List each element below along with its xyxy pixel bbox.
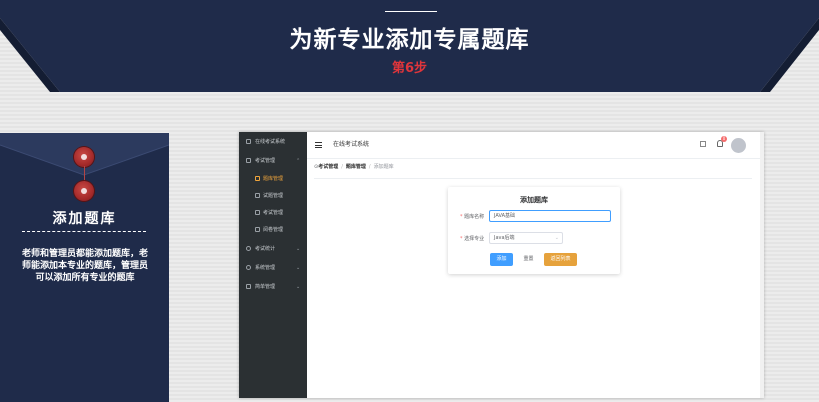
chevron-down-icon: ⌄ <box>296 284 301 290</box>
title-decoration-line <box>385 11 437 12</box>
breadcrumb-item[interactable]: 考试管理 <box>318 164 338 170</box>
monitor-icon <box>246 139 251 144</box>
clock-icon <box>246 246 251 251</box>
reset-button[interactable]: 重置 <box>517 253 540 266</box>
form-title: 添加题库 <box>520 196 548 204</box>
sidebar-item-exams[interactable]: 考试管理 <box>239 206 307 220</box>
file-icon <box>246 158 251 163</box>
sidebar-item-home[interactable]: 在线考试系统 <box>239 135 307 149</box>
sidebar-item-statistics[interactable]: 考试统计 ⌄ <box>239 242 307 256</box>
notification-badge: 0 <box>721 136 727 142</box>
slide-title: 为新专业添加专属题库 <box>289 26 530 53</box>
breadcrumb-item[interactable]: 题库管理 <box>346 164 366 170</box>
app-screenshot: 在线考试系统 考试管理 ⌃ 题库管理 试题管理 考试管理 阅卷管理 考试统计 ⌄ <box>239 132 764 398</box>
back-to-list-button[interactable]: 返回列表 <box>544 253 577 266</box>
seal-top-icon <box>74 147 94 167</box>
sidebar-item-simple[interactable]: 简单管理 ⌄ <box>239 280 307 294</box>
sidebar-item-questions[interactable]: 试题管理 <box>239 189 307 203</box>
major-select[interactable]: Java后端 ⌄ <box>489 232 563 244</box>
add-button[interactable]: 添加 <box>490 253 513 266</box>
sidebar-item-system[interactable]: 系统管理 ⌄ <box>239 261 307 275</box>
sidebar-item-exam-admin[interactable]: 考试管理 ⌃ <box>239 154 307 168</box>
card-divider <box>22 231 146 232</box>
app-header: 在线考试系统 0 <box>307 132 764 159</box>
breadcrumb-current: 添加题库 <box>373 164 394 170</box>
chevron-down-icon: ⌄ <box>296 265 301 271</box>
scrollbar[interactable] <box>760 132 764 398</box>
sidebar-item-grading[interactable]: 阅卷管理 <box>239 223 307 237</box>
step-label: 第6步 <box>391 61 428 76</box>
menu-toggle-icon[interactable] <box>315 142 322 148</box>
bank-name-input[interactable]: JAVA基础 <box>489 210 611 222</box>
edit-icon <box>255 227 260 232</box>
avatar[interactable] <box>731 138 746 153</box>
card-title: 添加题库 <box>52 211 117 227</box>
chevron-up-icon: ⌃ <box>296 158 301 164</box>
sidebar-item-question-bank[interactable]: 题库管理 <box>239 172 307 186</box>
content-divider <box>314 178 752 179</box>
book-icon <box>255 176 260 181</box>
list-icon <box>246 284 251 289</box>
document-icon <box>255 193 260 198</box>
major-label: * 选择专业 <box>460 236 485 242</box>
name-label: * 题库名称 <box>460 214 485 220</box>
gear-icon <box>246 265 251 270</box>
seal-bottom-icon <box>74 181 94 201</box>
chevron-down-icon: ⌄ <box>554 235 559 241</box>
breadcrumb: ⊙考试管理 / 题库管理 / 添加题库 <box>314 164 394 170</box>
card-description: 老师和管理员都能添加题库，老师能添加本专业的题库，管理员可以添加所有专业的题库 <box>22 249 149 283</box>
clipboard-icon <box>255 210 260 215</box>
chevron-down-icon: ⌄ <box>296 246 301 252</box>
add-bank-form: 添加题库 * 题库名称 JAVA基础 * 选择专业 Java后端 ⌄ 添加 重置 … <box>448 187 620 274</box>
app-title: 在线考试系统 <box>333 141 370 148</box>
sidebar: 在线考试系统 考试管理 ⌃ 题库管理 试题管理 考试管理 阅卷管理 考试统计 ⌄ <box>239 132 307 398</box>
fullscreen-icon[interactable] <box>700 141 706 147</box>
